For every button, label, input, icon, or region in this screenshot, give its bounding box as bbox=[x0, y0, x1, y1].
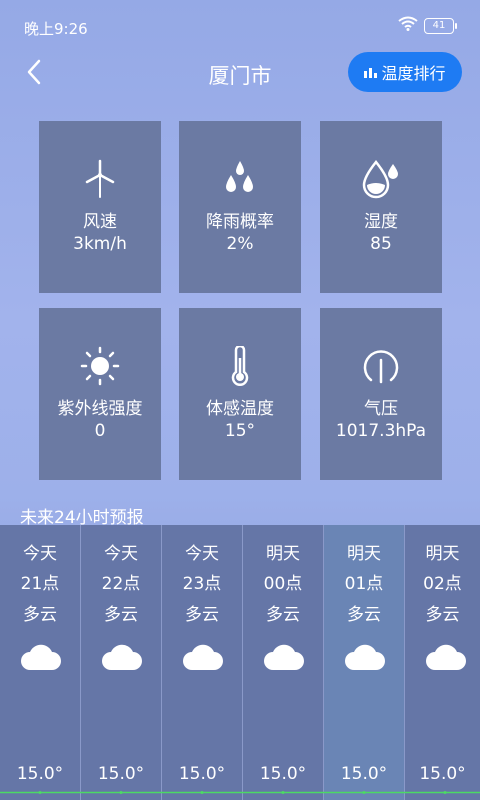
humidity-drop-icon bbox=[320, 159, 442, 199]
card-value: 1017.3hPa bbox=[335, 421, 427, 441]
battery-icon: 41 bbox=[424, 17, 457, 34]
card-wind-speed: 风速 3km/h bbox=[39, 121, 161, 293]
forecast-temperature: 15.0° bbox=[259, 764, 307, 784]
hourly-forecast-strip[interactable]: 今天 21点 多云 15.0° 今天 22点 多云 15.0° 今天 23点 多… bbox=[0, 525, 480, 800]
cloud-icon bbox=[345, 644, 385, 670]
forecast-day: 明天 bbox=[425, 544, 460, 564]
forecast-temperature: 15.0° bbox=[178, 764, 226, 784]
cloud-icon bbox=[102, 644, 142, 670]
forecast-condition: 多云 bbox=[23, 605, 57, 625]
hour-forecast-item: 今天 22点 多云 15.0° bbox=[81, 525, 162, 800]
forecast-hour: 00点 bbox=[263, 574, 303, 594]
card-value: 2% bbox=[226, 234, 254, 254]
forecast-hour: 23点 bbox=[182, 574, 222, 594]
forecast-hour: 22点 bbox=[101, 574, 141, 594]
card-label: 气压 bbox=[364, 399, 398, 419]
forecast-condition: 多云 bbox=[347, 605, 381, 625]
forecast-condition: 多云 bbox=[266, 605, 300, 625]
forecast-temperature: 15.0° bbox=[419, 764, 466, 784]
hour-forecast-item: 今天 23点 多云 15.0° bbox=[162, 525, 243, 800]
temperature-trend-line bbox=[0, 791, 480, 794]
forecast-day: 今天 bbox=[185, 544, 219, 564]
forecast-condition: 多云 bbox=[185, 605, 219, 625]
card-label: 体感温度 bbox=[206, 399, 274, 419]
forecast-condition: 多云 bbox=[104, 605, 138, 625]
hour-forecast-item-selected: 明天 01点 多云 15.0° bbox=[324, 525, 405, 800]
card-label: 紫外线强度 bbox=[57, 399, 143, 419]
card-value: 0 bbox=[94, 421, 106, 441]
status-bar: 晚上9:26 41 bbox=[0, 0, 480, 56]
card-humidity: 湿度 85 bbox=[320, 121, 442, 293]
card-label: 湿度 bbox=[364, 212, 398, 232]
temperature-rank-button[interactable]: 温度排行 bbox=[348, 52, 462, 92]
forecast-day: 今天 bbox=[23, 544, 57, 564]
card-value: 15° bbox=[224, 421, 256, 441]
sun-icon bbox=[39, 346, 161, 386]
pressure-gauge-icon bbox=[320, 346, 442, 386]
forecast-day: 今天 bbox=[104, 544, 138, 564]
wind-turbine-icon bbox=[39, 159, 161, 199]
thermometer-icon bbox=[179, 346, 301, 386]
forecast-day: 明天 bbox=[347, 544, 381, 564]
cloud-icon bbox=[21, 644, 61, 670]
cloud-icon bbox=[183, 644, 223, 670]
card-value: 3km/h bbox=[73, 234, 127, 254]
forecast-temperature: 15.0° bbox=[16, 764, 64, 784]
forecast-hour: 21点 bbox=[20, 574, 60, 594]
hour-forecast-item: 今天 21点 多云 15.0° bbox=[0, 525, 81, 800]
bar-chart-icon bbox=[364, 63, 378, 82]
forecast-condition: 多云 bbox=[425, 605, 460, 625]
forecast-day: 明天 bbox=[266, 544, 300, 564]
raindrops-icon bbox=[179, 159, 301, 199]
card-value: 85 bbox=[370, 234, 392, 254]
forecast-hour: 01点 bbox=[344, 574, 384, 594]
cloud-icon bbox=[426, 644, 466, 670]
forecast-hour: 02点 bbox=[423, 574, 462, 594]
back-button[interactable] bbox=[14, 52, 54, 92]
card-feels-like: 体感温度 15° bbox=[179, 308, 301, 480]
hour-forecast-item: 明天 02点 多云 15.0° bbox=[405, 525, 480, 800]
forecast-temperature: 15.0° bbox=[97, 764, 145, 784]
card-uv-index: 紫外线强度 0 bbox=[39, 308, 161, 480]
status-time: 晚上9:26 bbox=[24, 20, 88, 38]
card-label: 风速 bbox=[83, 212, 117, 232]
temperature-rank-label: 温度排行 bbox=[381, 64, 446, 83]
status-icons: 41 bbox=[398, 16, 457, 35]
card-pressure: 气压 1017.3hPa bbox=[320, 308, 442, 480]
wifi-icon bbox=[398, 16, 418, 35]
chevron-left-icon bbox=[27, 59, 41, 85]
card-rain-probability: 降雨概率 2% bbox=[179, 121, 301, 293]
card-label: 降雨概率 bbox=[206, 212, 274, 232]
hour-forecast-item: 明天 00点 多云 15.0° bbox=[243, 525, 324, 800]
forecast-temperature: 15.0° bbox=[340, 764, 388, 784]
cloud-icon bbox=[264, 644, 304, 670]
